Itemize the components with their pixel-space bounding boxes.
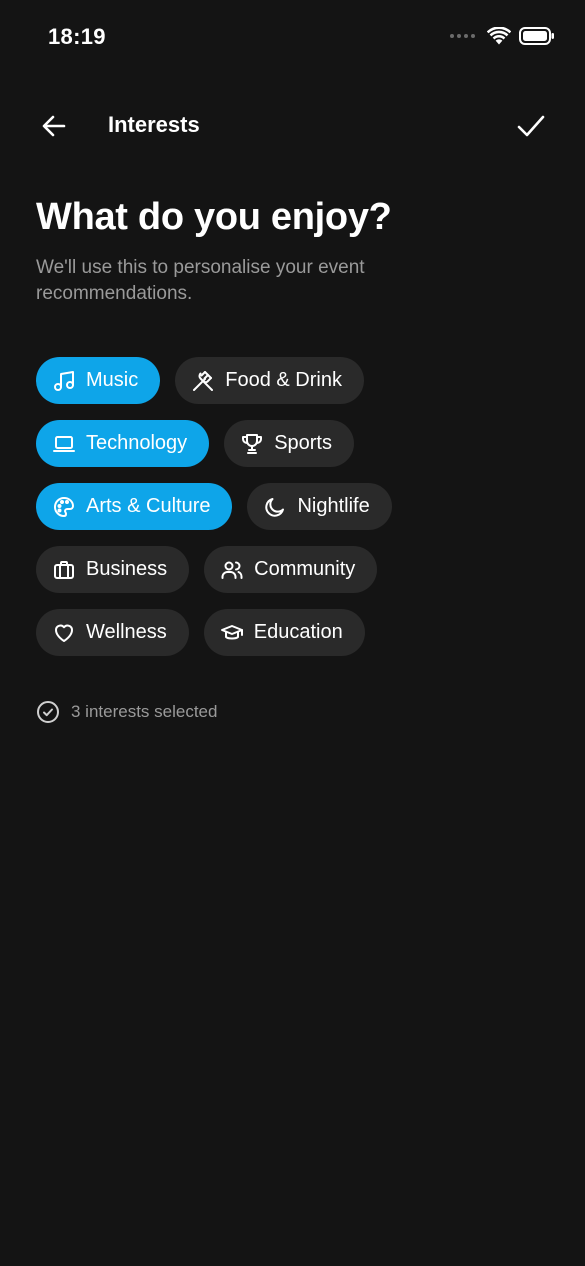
chip-label: Wellness [86, 621, 167, 643]
chip-label: Arts & Culture [86, 495, 211, 517]
chip-arts-culture[interactable]: Arts & Culture [36, 483, 233, 530]
chip-business[interactable]: Business [36, 546, 190, 593]
chip-label: Nightlife [297, 495, 370, 517]
chip-label: Sports [274, 432, 332, 454]
moon-icon [263, 495, 287, 519]
back-button[interactable] [36, 108, 72, 144]
chip-label: Education [253, 621, 343, 643]
chip-label: Technology [86, 432, 188, 454]
chip-row: Music Food & Drink [36, 357, 556, 404]
done-button[interactable] [513, 108, 549, 144]
signal-icon [450, 34, 475, 38]
wifi-icon [487, 27, 511, 45]
chip-music[interactable]: Music [36, 357, 161, 404]
chip-row: Arts & Culture Nightlife [36, 483, 556, 530]
chip-label: Music [86, 369, 139, 391]
chip-education[interactable]: Education [203, 609, 365, 656]
navigation-bar: Interests [0, 100, 585, 150]
chip-sports[interactable]: Sports [224, 420, 354, 467]
trophy-icon [240, 432, 264, 456]
briefcase-icon [52, 558, 76, 582]
laptop-icon [52, 432, 76, 456]
chip-community[interactable]: Community [204, 546, 378, 593]
chip-row: Wellness Education [36, 609, 556, 656]
checkmark-icon [517, 115, 545, 137]
chip-food-drink[interactable]: Food & Drink [175, 357, 364, 404]
interest-chips: Music Food & Drink Technology Sports Art… [36, 357, 556, 672]
section-subtitle: We'll use this to personalise your event… [36, 257, 365, 304]
arrow-left-icon [42, 115, 66, 137]
battery-icon [519, 27, 554, 45]
chip-label: Food & Drink [225, 369, 342, 391]
chip-label: Community [254, 558, 356, 580]
chip-technology[interactable]: Technology [36, 420, 210, 467]
selected-count-text: 3 interests selected [71, 702, 218, 721]
selected-count: 3 interests selected [36, 700, 217, 724]
status-indicators [450, 26, 555, 46]
users-icon [220, 558, 244, 582]
check-circle-icon [37, 701, 59, 723]
page-title: Interests [108, 112, 200, 137]
chip-nightlife[interactable]: Nightlife [247, 483, 392, 530]
graduation-cap-icon [220, 621, 244, 645]
music-note-icon [52, 369, 76, 393]
heart-icon [52, 621, 76, 645]
chip-label: Business [86, 558, 168, 580]
chip-row: Technology Sports [36, 420, 556, 467]
fork-knife-icon [191, 369, 215, 393]
status-time: 18:19 [48, 24, 106, 49]
status-bar: 18:19 [0, 0, 585, 74]
section-heading: What do you enjoy? [36, 196, 392, 238]
palette-icon [52, 495, 76, 519]
chip-wellness[interactable]: Wellness [36, 609, 189, 656]
chip-row: Business Community [36, 546, 556, 593]
